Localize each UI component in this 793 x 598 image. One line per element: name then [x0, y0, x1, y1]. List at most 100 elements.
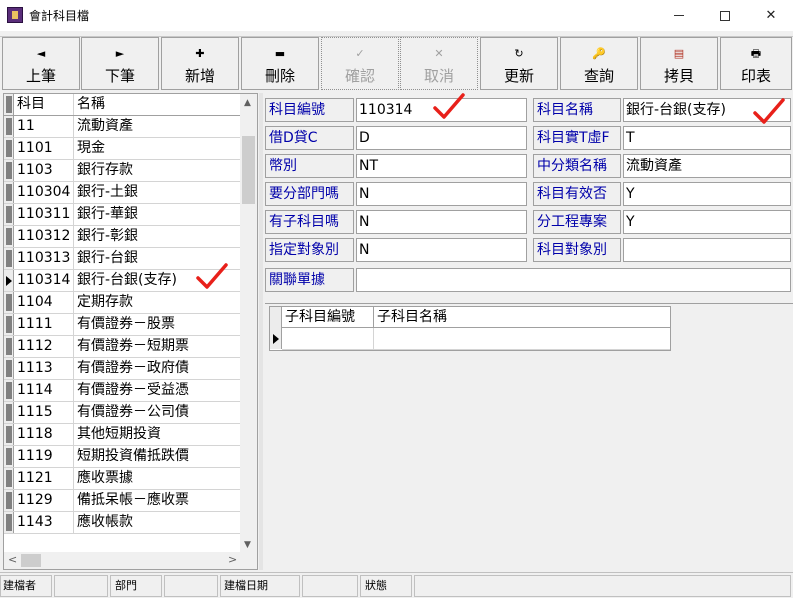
- column-header-name[interactable]: 名稱: [74, 94, 240, 115]
- copy-button[interactable]: ▤ 拷貝: [640, 37, 718, 90]
- account-code-cell[interactable]: 110313: [14, 248, 74, 269]
- subaccount-no-cell[interactable]: [282, 328, 374, 350]
- table-row[interactable]: 1111 有價證券－股票: [4, 314, 240, 336]
- confirm-button[interactable]: ✓ 確認: [321, 37, 399, 90]
- account-code-cell[interactable]: 110314: [14, 270, 74, 291]
- table-row[interactable]: 1112 有價證券－短期票: [4, 336, 240, 358]
- account-name-cell[interactable]: 銀行-華銀: [74, 204, 240, 225]
- panel-splitter[interactable]: [259, 93, 263, 570]
- horizontal-scrollbar[interactable]: < >: [4, 552, 257, 569]
- target-specified-field[interactable]: N: [356, 238, 527, 262]
- print-button[interactable]: 🖶 印表: [720, 37, 792, 90]
- column-header-subaccount-no[interactable]: 子科目編號: [282, 307, 374, 328]
- column-header-code[interactable]: 科目: [14, 94, 74, 115]
- add-button[interactable]: ✚ 新增: [161, 37, 239, 90]
- subaccount-grid[interactable]: 子科目編號 子科目名稱: [269, 306, 671, 351]
- related-document-field[interactable]: [356, 268, 791, 292]
- account-code-cell[interactable]: 1111: [14, 314, 74, 335]
- department-required-field[interactable]: N: [356, 182, 527, 206]
- table-row[interactable]: 1104 定期存款: [4, 292, 240, 314]
- table-row[interactable]: 1129 備抵呆帳－應收票: [4, 490, 240, 512]
- account-code-cell[interactable]: 1101: [14, 138, 74, 159]
- cancel-button[interactable]: ✕ 取消: [400, 37, 478, 90]
- account-name-cell[interactable]: 有價證券－受益憑: [74, 380, 240, 401]
- column-header-subaccount-name[interactable]: 子科目名稱: [374, 307, 670, 328]
- app-window: 會計科目檔 ✕ ◄ 上筆 ► 下筆 ✚ 新增 ▬ 刪除 ✓ 確認 ✕ 取消 ↻ …: [0, 0, 793, 598]
- table-row[interactable]: 1114 有價證券－受益憑: [4, 380, 240, 402]
- table-row[interactable]: 1143 應收帳款: [4, 512, 240, 534]
- account-valid-field[interactable]: Y: [623, 182, 791, 206]
- account-code-cell[interactable]: 1113: [14, 358, 74, 379]
- account-list-grid[interactable]: 科目 名稱 11 流動資產 1101 現金 1103 銀行存款 110304 銀行-土銀 110…: [3, 93, 258, 570]
- close-button[interactable]: ✕: [748, 0, 793, 31]
- checkmark-annotation-icon: [432, 92, 466, 120]
- account-code-cell[interactable]: 1104: [14, 292, 74, 313]
- account-name-cell[interactable]: 銀行-彰銀: [74, 226, 240, 247]
- minimize-button[interactable]: [656, 0, 702, 31]
- account-name-cell[interactable]: 銀行-土銀: [74, 182, 240, 203]
- account-code-cell[interactable]: 1129: [14, 490, 74, 511]
- prev-record-button[interactable]: ◄ 上筆: [2, 37, 80, 90]
- account-name-cell[interactable]: 有價證券－政府債: [74, 358, 240, 379]
- status-value: [414, 575, 791, 597]
- account-code-cell[interactable]: 1115: [14, 402, 74, 423]
- table-row[interactable]: 110311 銀行-華銀: [4, 204, 240, 226]
- table-row[interactable]: 1115 有價證券－公司債: [4, 402, 240, 424]
- table-row[interactable]: 1103 銀行存款: [4, 160, 240, 182]
- table-row[interactable]: 1119 短期投資備抵跌價: [4, 446, 240, 468]
- maximize-button[interactable]: [702, 0, 748, 31]
- next-record-button[interactable]: ► 下筆: [81, 37, 159, 90]
- account-code-cell[interactable]: 1114: [14, 380, 74, 401]
- account-code-cell[interactable]: 1119: [14, 446, 74, 467]
- account-name-cell[interactable]: 應收票據: [74, 468, 240, 489]
- account-name-cell[interactable]: 有價證券－短期票: [74, 336, 240, 357]
- account-name-cell[interactable]: 其他短期投資: [74, 424, 240, 445]
- account-name-cell[interactable]: 備抵呆帳－應收票: [74, 490, 240, 511]
- scroll-down-icon[interactable]: ▼: [244, 540, 251, 550]
- has-subaccount-field[interactable]: N: [356, 210, 527, 234]
- scroll-left-icon[interactable]: <: [8, 553, 17, 566]
- table-row[interactable]: 110312 銀行-彰銀: [4, 226, 240, 248]
- account-name-cell[interactable]: 流動資產: [74, 116, 240, 137]
- account-code-cell[interactable]: 1118: [14, 424, 74, 445]
- vertical-scrollbar[interactable]: ▲ ▼: [240, 94, 257, 552]
- table-row[interactable]: 110304 銀行-土銀: [4, 182, 240, 204]
- scroll-right-icon[interactable]: >: [228, 553, 237, 566]
- horizontal-scroll-thumb[interactable]: [21, 554, 41, 567]
- account-code-cell[interactable]: 1143: [14, 512, 74, 533]
- update-button[interactable]: ↻ 更新: [480, 37, 558, 90]
- debit-credit-field[interactable]: D: [356, 126, 527, 150]
- category-field[interactable]: 流動資產: [623, 154, 791, 178]
- account-name-cell[interactable]: 定期存款: [74, 292, 240, 313]
- account-code-cell[interactable]: 1112: [14, 336, 74, 357]
- scroll-up-icon[interactable]: ▲: [244, 98, 251, 108]
- subaccount-name-cell[interactable]: [374, 328, 670, 350]
- account-name-cell[interactable]: 短期投資備抵跌價: [74, 446, 240, 467]
- account-name-cell[interactable]: 現金: [74, 138, 240, 159]
- account-name-cell[interactable]: 有價證券－股票: [74, 314, 240, 335]
- account-name-cell[interactable]: 有價證券－公司債: [74, 402, 240, 423]
- real-virtual-field[interactable]: T: [623, 126, 791, 150]
- account-name-cell[interactable]: 銀行存款: [74, 160, 240, 181]
- account-code-cell[interactable]: 11: [14, 116, 74, 137]
- subgrid-new-row[interactable]: [270, 328, 670, 350]
- table-row[interactable]: 1113 有價證券－政府債: [4, 358, 240, 380]
- delete-button[interactable]: ▬ 刪除: [241, 37, 319, 90]
- window-title: 會計科目檔: [29, 9, 90, 23]
- query-button[interactable]: 🔑 查詢: [560, 37, 638, 90]
- account-code-cell[interactable]: 110312: [14, 226, 74, 247]
- vertical-scroll-thumb[interactable]: [242, 136, 255, 204]
- account-code-cell[interactable]: 1121: [14, 468, 74, 489]
- project-split-field[interactable]: Y: [623, 210, 791, 234]
- currency-field[interactable]: NT: [356, 154, 527, 178]
- table-row[interactable]: 1121 應收票據: [4, 468, 240, 490]
- table-row[interactable]: 1118 其他短期投資: [4, 424, 240, 446]
- account-code-cell[interactable]: 1103: [14, 160, 74, 181]
- table-row[interactable]: 1101 現金: [4, 138, 240, 160]
- target-type-field[interactable]: [623, 238, 791, 262]
- maximize-icon: [720, 10, 730, 21]
- account-name-cell[interactable]: 應收帳款: [74, 512, 240, 533]
- account-code-cell[interactable]: 110304: [14, 182, 74, 203]
- table-row[interactable]: 11 流動資產: [4, 116, 240, 138]
- account-code-cell[interactable]: 110311: [14, 204, 74, 225]
